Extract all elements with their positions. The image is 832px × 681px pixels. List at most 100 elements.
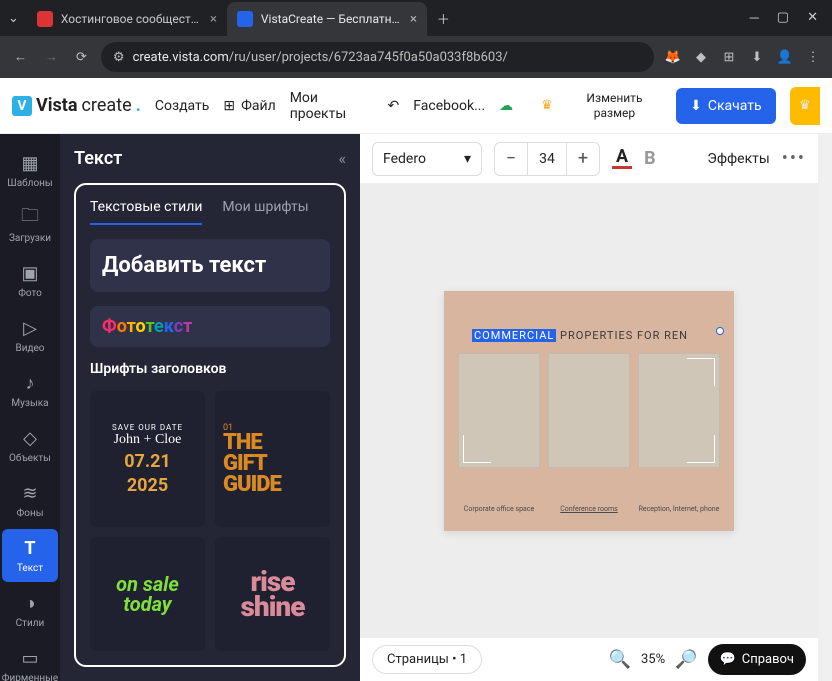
crown-icon[interactable]: ♛ xyxy=(541,98,553,113)
premium-button[interactable]: ♛ xyxy=(790,87,820,125)
minimize-icon[interactable]: ─ xyxy=(750,10,759,26)
extensions-menu-icon[interactable]: ⊞ xyxy=(720,48,738,66)
header-template-2[interactable]: 01 THE GIFT GUIDE xyxy=(215,391,330,527)
text-color-button[interactable]: A xyxy=(612,148,632,169)
text-icon: T xyxy=(19,537,41,559)
site-settings-icon[interactable]: ⚙ xyxy=(113,50,125,65)
file-menu[interactable]: ⊞ Файл xyxy=(223,98,275,114)
effects-button[interactable]: Эффекты xyxy=(707,151,769,167)
url-input[interactable]: ⚙ create.vista.com/ru/user/projects/6723… xyxy=(101,42,654,72)
header-template-3[interactable]: on sale today xyxy=(90,537,205,651)
zoom-in-icon[interactable]: 🔎 xyxy=(675,649,697,670)
zoom-value[interactable]: 35% xyxy=(641,652,665,667)
canvas-bottombar: Страницы • 1 🔍 35% 🔎 💬 Справоч xyxy=(360,637,818,681)
download-button[interactable]: ⬇ Скачать xyxy=(676,88,776,124)
pages-button[interactable]: Страницы • 1 xyxy=(372,645,482,674)
vista-logo[interactable]: V Vistacreate. xyxy=(12,95,141,116)
download-icon: ⬇ xyxy=(690,98,702,114)
chevron-down-icon: ▾ xyxy=(464,151,471,167)
image-placeholder[interactable] xyxy=(638,353,720,468)
new-tab-button[interactable]: ＋ xyxy=(427,9,460,28)
decrease-size-button[interactable]: − xyxy=(495,148,527,169)
browser-tab-inactive[interactable]: Хостинговое сообщество «Tir × xyxy=(27,2,227,36)
reload-icon[interactable]: ⟳ xyxy=(72,46,91,69)
chat-icon: 💬 xyxy=(720,652,736,667)
briefcase-icon: ▭ xyxy=(19,647,41,669)
side-rail: ▦Шаблоны 🗀Загрузки ▣Фото ▷Видео ♪Музыка … xyxy=(0,134,60,681)
font-size-stepper: − 34 + xyxy=(494,142,600,176)
rail-photo[interactable]: ▣Фото xyxy=(2,254,58,307)
close-window-icon[interactable]: ✕ xyxy=(807,10,818,26)
close-icon[interactable]: × xyxy=(410,12,417,27)
browser-titlebar: ⌄ Хостинговое сообщество «Tir × VistaCre… xyxy=(0,0,832,36)
caption-3[interactable]: Reception, Internet, phone xyxy=(638,505,720,513)
rail-styles[interactable]: ◑Стили xyxy=(2,584,58,637)
image-placeholder[interactable] xyxy=(458,353,540,468)
phototext-button[interactable]: Фототекст xyxy=(90,306,330,347)
photo-icon: ▣ xyxy=(19,262,41,284)
forward-icon[interactable]: → xyxy=(41,45,62,69)
caption-1[interactable]: Corporate office space xyxy=(458,505,540,513)
crown-icon: ♛ xyxy=(799,98,811,113)
more-options-button[interactable]: ••• xyxy=(782,148,806,169)
rail-music[interactable]: ♪Музыка xyxy=(2,364,58,417)
image-placeholder[interactable] xyxy=(548,353,630,468)
app-root: V Vistacreate. Создать ⊞ Файл Мои проект… xyxy=(0,78,832,681)
folder-icon: 🗀 xyxy=(19,207,41,229)
shapes-icon: ◇ xyxy=(19,427,41,449)
download-icon[interactable]: ⬇ xyxy=(748,48,766,66)
design-page[interactable]: COMMERCIAL PROPERTIES FOR REN Corporate … xyxy=(444,291,734,531)
rail-templates[interactable]: ▦Шаблоны xyxy=(2,144,58,197)
help-button[interactable]: 💬 Справоч xyxy=(708,644,806,675)
resize-handle-icon[interactable] xyxy=(716,327,724,335)
maximize-icon[interactable]: ▢ xyxy=(777,10,789,26)
extension-icon[interactable]: 🦊 xyxy=(664,48,682,66)
cloud-sync-icon[interactable]: ☁ xyxy=(499,98,513,114)
browser-tab-active[interactable]: VistaCreate — Бесплатный инс × xyxy=(227,2,427,36)
resize-button[interactable]: Изменить размер xyxy=(567,91,662,120)
scrollbar[interactable] xyxy=(818,134,832,681)
rail-text[interactable]: TТекст xyxy=(2,529,58,582)
create-menu[interactable]: Создать xyxy=(155,98,210,114)
undo-button[interactable]: ↶ xyxy=(388,98,400,114)
bold-button[interactable]: B xyxy=(644,148,656,169)
add-text-button[interactable]: Добавить текст xyxy=(90,239,330,292)
fb-label[interactable]: Facebook... xyxy=(413,98,485,114)
tab-text-styles[interactable]: Текстовые стили xyxy=(90,199,202,225)
close-icon[interactable]: × xyxy=(210,12,217,27)
text-panel: Текст « Текстовые стили Мои шрифты Добав… xyxy=(60,134,360,681)
url-host: create.vista.com xyxy=(133,50,229,65)
increase-size-button[interactable]: + xyxy=(567,148,599,169)
menu-icon[interactable]: ⋮ xyxy=(804,48,822,66)
headline-text[interactable]: COMMERCIAL PROPERTIES FOR REN xyxy=(472,329,688,342)
header-template-1[interactable]: SAVE OUR DATE John + Cloe 07.21 2025 xyxy=(90,391,205,527)
undo-icon: ↶ xyxy=(388,98,400,114)
rail-backgrounds[interactable]: ≋Фоны xyxy=(2,474,58,527)
tab-title: VistaCreate — Бесплатный инс xyxy=(261,12,402,26)
avatar-icon[interactable]: 👤 xyxy=(776,48,794,66)
collapse-panel-icon[interactable]: « xyxy=(338,149,346,168)
zoom-out-icon[interactable]: 🔍 xyxy=(609,649,631,670)
phototext-label: Фототекст xyxy=(102,316,318,337)
canvas-area: Federo ▾ − 34 + A B Эффекты ••• COMMERCI… xyxy=(360,134,818,681)
rail-video[interactable]: ▷Видео xyxy=(2,309,58,362)
rail-objects[interactable]: ◇Объекты xyxy=(2,419,58,472)
caption-2[interactable]: Conference rooms xyxy=(548,505,630,513)
font-select[interactable]: Federo ▾ xyxy=(372,142,482,176)
canvas-stage[interactable]: COMMERCIAL PROPERTIES FOR REN Corporate … xyxy=(360,184,818,637)
grid-icon: ⊞ xyxy=(223,98,235,114)
font-size-value[interactable]: 34 xyxy=(527,143,567,175)
url-path: /ru/user/projects/6723aa745f0a50a033f8b6… xyxy=(229,50,508,65)
rail-brand[interactable]: ▭Фирменные стили xyxy=(2,639,58,681)
tab-my-fonts[interactable]: Мои шрифты xyxy=(222,199,308,225)
section-headers-title: Шрифты заголовков xyxy=(90,361,330,377)
rail-uploads[interactable]: 🗀Загрузки xyxy=(2,199,58,252)
extension-icon[interactable]: ◆ xyxy=(692,48,710,66)
projects-link[interactable]: Мои проекты xyxy=(290,90,374,122)
templates-icon: ▦ xyxy=(19,152,41,174)
play-icon: ▷ xyxy=(19,317,41,339)
text-toolbar: Federo ▾ − 34 + A B Эффекты ••• xyxy=(360,134,818,184)
back-icon[interactable]: ← xyxy=(10,45,31,69)
tabs-dropdown-icon[interactable]: ⌄ xyxy=(0,11,27,26)
header-template-4[interactable]: rise shine xyxy=(215,537,330,651)
